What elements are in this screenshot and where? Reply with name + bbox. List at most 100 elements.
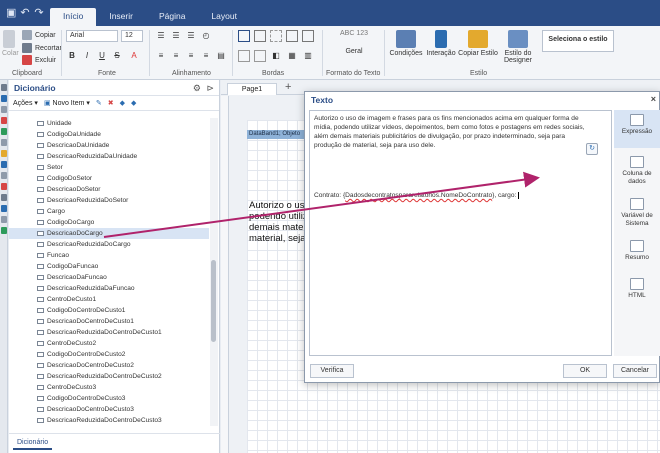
ok-button[interactable]: OK xyxy=(563,364,607,378)
select-style-dropdown[interactable]: Seleciona o estilo xyxy=(542,30,614,52)
tree-item[interactable]: CodigoDoCentroDeCusto3 xyxy=(9,393,209,404)
rotate-icon[interactable]: ◴ xyxy=(200,30,212,42)
html-tags-icon[interactable]: ▤ xyxy=(215,50,227,62)
pin-icon[interactable]: ⊳ xyxy=(206,83,214,94)
dictionary-scrollbar[interactable] xyxy=(210,118,218,426)
add-page-button[interactable]: + xyxy=(285,81,291,93)
tree-item[interactable]: DescricaoDoCargo xyxy=(9,228,209,239)
text-format-button[interactable]: ABC 123 Geral xyxy=(334,30,374,55)
tree-item[interactable]: DescricaoDaUnidade xyxy=(9,140,209,151)
tool-icon[interactable] xyxy=(1,194,7,201)
tool-icon[interactable] xyxy=(1,117,7,124)
align-right-icon[interactable]: ≡ xyxy=(185,50,197,62)
tree-item[interactable]: Setor xyxy=(9,162,209,173)
tab-page1[interactable]: Page1 xyxy=(227,83,277,95)
tab-pagina[interactable]: Página xyxy=(146,8,198,26)
tree-item[interactable]: Funcao xyxy=(9,250,209,261)
close-icon[interactable]: × xyxy=(651,94,656,104)
tree-item[interactable]: DescricaoDoCentroDeCusto2 xyxy=(9,360,209,371)
border-top-icon[interactable] xyxy=(238,50,250,62)
tree-item[interactable]: CodigoDoCentroDeCusto2 xyxy=(9,349,209,360)
tree-item[interactable]: DescricaoReduzidaDoSetor xyxy=(9,195,209,206)
font-family-select[interactable]: Arial xyxy=(66,30,118,42)
tool-icon[interactable] xyxy=(1,139,7,146)
border-left-icon[interactable] xyxy=(286,30,298,42)
tree-item[interactable]: DescricaoDaFuncao xyxy=(9,272,209,283)
save-icon[interactable]: ▣ xyxy=(6,8,16,19)
font-size-select[interactable]: 12 xyxy=(121,30,143,42)
align-center-icon[interactable]: ≡ xyxy=(170,50,182,62)
undo-icon[interactable]: ↶ xyxy=(20,8,30,19)
border-all-icon[interactable] xyxy=(238,30,250,42)
tree-item[interactable]: CodigoDoCargo xyxy=(9,217,209,228)
copy-button[interactable]: Copiar xyxy=(22,30,56,40)
underline-button[interactable]: U xyxy=(96,50,108,62)
tree-item[interactable]: DescricaoDoSetor xyxy=(9,184,209,195)
scrollbar-thumb[interactable] xyxy=(211,260,216,342)
border-right-icon[interactable] xyxy=(302,30,314,42)
tool-icon[interactable] xyxy=(1,84,7,91)
tree-item[interactable]: Cargo xyxy=(9,206,209,217)
align-left-icon[interactable]: ≡ xyxy=(155,50,167,62)
tree-item[interactable]: CodigoDoCentroDeCusto1 xyxy=(9,305,209,316)
tree-item[interactable]: CentroDeCusto3 xyxy=(9,382,209,393)
tool-icon[interactable] xyxy=(1,227,7,234)
move-up-icon[interactable]: ◆ xyxy=(120,99,125,107)
bold-button[interactable]: B xyxy=(66,50,78,62)
strikethrough-button[interactable]: S xyxy=(111,50,123,62)
border-bottom-icon[interactable] xyxy=(254,50,266,62)
tool-icon[interactable] xyxy=(1,95,7,102)
side-item-summary[interactable]: Resumo xyxy=(614,240,660,262)
border-style-icon[interactable]: ▥ xyxy=(302,50,314,62)
move-down-icon[interactable]: ◆ xyxy=(131,99,136,107)
cut-button[interactable]: Recortar xyxy=(22,43,62,53)
data-band[interactable]: DataBand1; Objeto xyxy=(247,130,307,139)
tree-item[interactable]: DescricaoReduzidaDaFuncao xyxy=(9,283,209,294)
side-item-data-column[interactable]: Coluna de dados xyxy=(614,156,660,186)
align-top-icon[interactable]: ☰ xyxy=(155,30,167,42)
conditions-button[interactable]: Condições xyxy=(389,30,423,57)
tree-item[interactable]: DescricaoReduzidaDoCentroDeCusto2 xyxy=(9,371,209,382)
tree-item[interactable]: CodigoDoSetor xyxy=(9,173,209,184)
tree-item[interactable]: DescricaoReduzidaDoCentroDeCusto1 xyxy=(9,327,209,338)
tool-icon[interactable] xyxy=(1,216,7,223)
tree-item[interactable]: DescricaoReduzidaDaUnidade xyxy=(9,151,209,162)
cancel-button[interactable]: Cancelar xyxy=(613,364,657,378)
delete-button[interactable]: Excluir xyxy=(22,55,56,65)
tree-item[interactable]: DescricaoReduzidaDoCentroDeCusto3 xyxy=(9,415,209,426)
tool-icon[interactable] xyxy=(1,128,7,135)
font-color-button[interactable]: A xyxy=(128,50,140,62)
interaction-button[interactable]: Interação xyxy=(424,30,458,57)
align-middle-icon[interactable]: ☰ xyxy=(170,30,182,42)
verify-button[interactable]: Verifica xyxy=(310,364,354,378)
tool-icon[interactable] xyxy=(1,106,7,113)
tab-inicio[interactable]: Início xyxy=(50,8,97,26)
italic-button[interactable]: I xyxy=(81,50,93,62)
tab-inserir[interactable]: Inserir xyxy=(96,8,146,26)
paste-button[interactable]: Colar xyxy=(2,30,19,57)
redo-icon[interactable]: ↷ xyxy=(34,8,44,19)
border-outside-icon[interactable] xyxy=(254,30,266,42)
tree-item[interactable]: DescricaoDoCentroDeCusto3 xyxy=(9,404,209,415)
side-item-system-variable[interactable]: Variável de Sistema xyxy=(614,198,660,228)
new-item-dropdown[interactable]: ▣ Novo Item ▾ xyxy=(44,99,90,107)
border-none-icon[interactable] xyxy=(270,30,282,42)
fill-color-icon[interactable]: ◧ xyxy=(270,50,282,62)
side-item-expression[interactable]: Expressão xyxy=(614,110,660,148)
tool-icon[interactable] xyxy=(1,172,7,179)
tree-item[interactable]: DescricaoDoCentroDeCusto1 xyxy=(9,316,209,327)
align-bottom-icon[interactable]: ☰ xyxy=(185,30,197,42)
insert-expression-icon[interactable]: ↻ xyxy=(586,143,598,155)
tree-item[interactable]: CodigoDaFuncao xyxy=(9,261,209,272)
gear-icon[interactable]: ⚙ xyxy=(193,83,201,94)
tree-item[interactable]: DescricaoReduzidaDoCargo xyxy=(9,239,209,250)
tab-dictionary[interactable]: Dicionário xyxy=(13,437,53,450)
copy-style-button[interactable]: Copiar Estilo xyxy=(458,30,498,57)
designer-style-button[interactable]: Estilo do Designer xyxy=(500,30,536,64)
tree-item[interactable]: CentroDeCusto2 xyxy=(9,338,209,349)
tool-icon[interactable] xyxy=(1,205,7,212)
tool-icon[interactable] xyxy=(1,150,7,157)
tool-icon[interactable] xyxy=(1,161,7,168)
delete-icon[interactable]: ✖ xyxy=(108,99,114,107)
expression-editor[interactable]: Autorizo o uso de imagem e frases para o… xyxy=(309,110,612,356)
